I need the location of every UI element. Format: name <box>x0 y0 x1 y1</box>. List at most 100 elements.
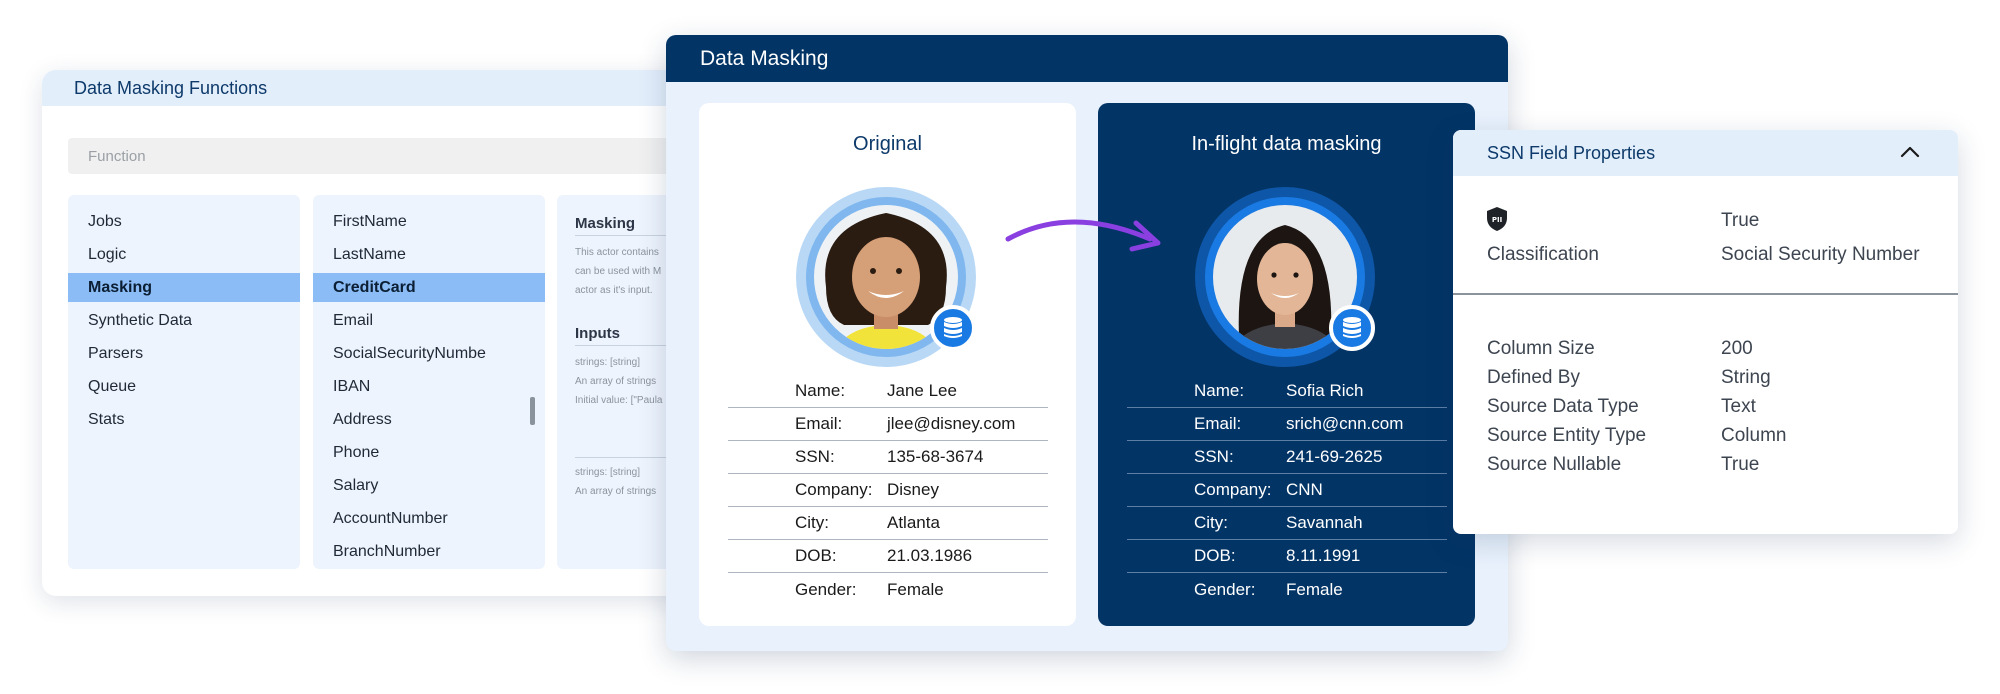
info-row: SSN: 241-69-2625 <box>1127 441 1447 474</box>
info-value: Savannah <box>1286 513 1363 532</box>
original-info-table: Name: Jane Lee Email: jlee@disney.com SSN: 13… <box>728 375 1048 606</box>
original-card: Original Name: Jane Lee Email: jlee@disn… <box>699 103 1076 626</box>
function-item[interactable]: IBAN <box>313 372 545 401</box>
category-list: Jobs Logic Masking Synthetic Data Parsers Que… <box>68 195 300 569</box>
function-item[interactable]: FirstName <box>313 207 545 236</box>
masked-card: In-flight data masking Name: Sofia Rich … <box>1098 103 1475 626</box>
category-item[interactable]: Stats <box>68 405 300 434</box>
info-row: Name: Sofia Rich <box>1127 375 1447 408</box>
property-key: Column Size <box>1487 337 1595 359</box>
masked-avatar <box>1195 187 1375 367</box>
function-item[interactable]: SocialSecurityNumbe <box>313 339 545 368</box>
property-key: Source Data Type <box>1487 395 1639 417</box>
function-item[interactable]: Email <box>313 306 545 335</box>
masking-arrow-icon <box>1005 219 1161 252</box>
function-item[interactable]: AccountNumber <box>313 504 545 533</box>
svg-text:PII: PII <box>1492 216 1502 224</box>
info-label: Company: <box>795 480 873 499</box>
property-row: Source Nullable True <box>1487 450 1947 479</box>
category-item[interactable]: Synthetic Data <box>68 306 300 335</box>
category-item[interactable]: Queue <box>68 372 300 401</box>
function-item[interactable]: LastName <box>313 240 545 269</box>
info-value: srich@cnn.com <box>1286 414 1404 433</box>
property-value: True <box>1721 453 1760 475</box>
detail-input-line: strings: [string] <box>575 467 641 478</box>
info-row: DOB: 21.03.1986 <box>728 540 1048 573</box>
property-value: String <box>1721 366 1771 388</box>
masked-info-table: Name: Sofia Rich Email: srich@cnn.com SSN: 24… <box>1127 375 1447 606</box>
info-label: DOB: <box>1194 546 1236 565</box>
detail-inputs-title: Inputs <box>575 325 620 342</box>
info-value: jlee@disney.com <box>887 414 1016 433</box>
info-row: DOB: 8.11.1991 <box>1127 540 1447 573</box>
detail-description: This actor contains can be used with M a… <box>575 243 661 300</box>
detail-description-line: This actor contains <box>575 247 659 258</box>
category-item[interactable]: Masking <box>68 273 300 302</box>
info-label: Name: <box>1194 381 1245 400</box>
database-icon <box>1329 305 1375 351</box>
chevron-up-icon[interactable] <box>1900 144 1920 158</box>
category-item[interactable]: Parsers <box>68 339 300 368</box>
detail-description-line: can be used with M <box>575 266 662 277</box>
classification-value: Social Security Number <box>1721 244 1920 265</box>
detail-input-line: strings: [string] <box>575 357 641 368</box>
category-item[interactable]: Jobs <box>68 207 300 236</box>
info-value: 21.03.1986 <box>887 546 973 565</box>
info-row: Gender: Female <box>1127 573 1447 606</box>
function-list: FirstName LastName CreditCard Email SocialSe… <box>313 195 545 569</box>
function-item[interactable]: BranchNumber <box>313 537 545 566</box>
original-avatar <box>796 187 976 367</box>
function-item[interactable]: Phone <box>313 438 545 467</box>
category-item[interactable]: Logic <box>68 240 300 269</box>
database-icon <box>930 305 976 351</box>
info-value: 241-69-2625 <box>1286 447 1383 466</box>
ssn-panel-title: SSN Field Properties <box>1453 130 1958 176</box>
info-value: 8.11.1991 <box>1286 546 1361 565</box>
property-value: 200 <box>1721 337 1753 359</box>
info-row: SSN: 135-68-3674 <box>728 441 1048 474</box>
detail-input-line: An array of strings <box>575 376 657 387</box>
function-list-scrollbar[interactable] <box>530 397 535 425</box>
info-label: Gender: <box>795 579 857 599</box>
original-card-title: Original <box>853 133 922 155</box>
data-masking-title: Data Masking <box>666 35 1508 82</box>
detail-input-line: Initial value: ["Paula <box>575 395 663 406</box>
info-value: CNN <box>1286 480 1323 499</box>
info-label: City: <box>795 513 829 532</box>
info-value: Female <box>1286 579 1343 599</box>
info-row: City: Atlanta <box>728 507 1048 540</box>
data-masking-panel: Data Masking Original Name: Jane Lee Ema… <box>666 35 1508 651</box>
masked-card-title: In-flight data masking <box>1191 133 1382 155</box>
property-key: Source Entity Type <box>1487 424 1647 446</box>
info-row: Company: Disney <box>728 474 1048 507</box>
function-item[interactable]: CreditCard <box>313 273 545 302</box>
info-label: Company: <box>1194 480 1272 499</box>
ssn-property-list: Column Size 200 Defined By String Source Dat… <box>1487 334 1947 479</box>
info-row: Email: jlee@disney.com <box>728 408 1048 441</box>
info-label: City: <box>1194 513 1228 532</box>
info-label: DOB: <box>795 546 837 565</box>
detail-title: Masking <box>575 215 636 232</box>
info-row: Name: Jane Lee <box>728 375 1048 408</box>
info-label: SSN: <box>1194 447 1234 466</box>
info-value: Jane Lee <box>887 381 957 400</box>
property-value: Column <box>1721 424 1787 446</box>
ssn-divider <box>1453 293 1958 295</box>
property-row: Source Entity Type Column <box>1487 421 1947 450</box>
info-row: Gender: Female <box>728 573 1048 606</box>
function-item[interactable]: Salary <box>313 471 545 500</box>
property-key: Source Nullable <box>1487 453 1622 475</box>
info-value: Sofia Rich <box>1286 381 1364 400</box>
function-item[interactable]: Address <box>313 405 545 434</box>
info-row: City: Savannah <box>1127 507 1447 540</box>
info-label: Email: <box>795 414 843 433</box>
ssn-properties-panel: SSN Field Properties PII True Classifica… <box>1453 130 1958 534</box>
info-label: Gender: <box>1194 579 1256 599</box>
pii-value: True <box>1721 210 1760 231</box>
detail-input-1: strings: [string] An array of strings In… <box>575 353 663 410</box>
detail-input-line: An array of strings <box>575 486 657 497</box>
info-value: 135-68-3674 <box>887 447 984 466</box>
property-key: Defined By <box>1487 366 1580 388</box>
detail-description-line: actor as it's input. <box>575 285 653 296</box>
info-value: Disney <box>887 480 939 499</box>
